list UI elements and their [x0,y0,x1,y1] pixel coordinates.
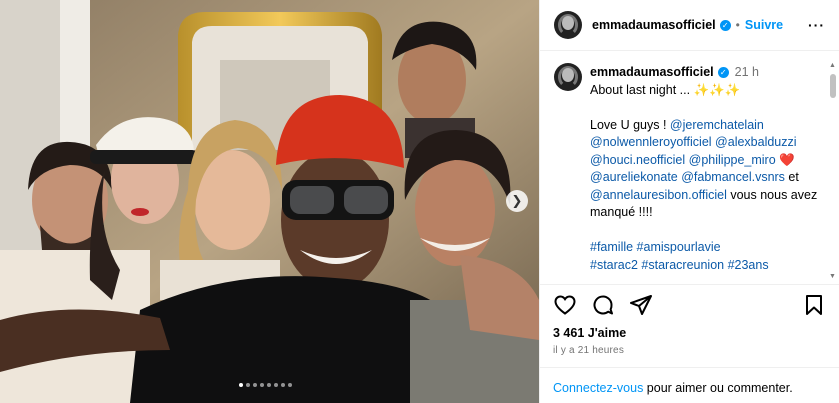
avatar[interactable] [554,11,582,39]
heart-emoji: ❤️ [779,152,795,167]
instagram-post: ❯ emmadaumasofficiel ✓ • Suivre ··· emma… [0,0,839,403]
mention-link[interactable]: @philippe_miro [689,153,776,167]
mention-link[interactable]: @annelauresibon.officiel [590,188,727,202]
more-options-icon[interactable]: ··· [808,17,825,33]
mention-link[interactable]: @nolwennleroyofficiel [590,135,712,149]
verified-badge-icon: ✓ [719,19,731,31]
verified-badge-icon: ✓ [717,67,729,79]
share-icon[interactable] [629,293,653,317]
header-username[interactable]: emmadaumasofficiel [592,18,716,32]
scroll-up-arrow-icon[interactable]: ▲ [829,62,836,69]
carousel-dot [281,383,285,387]
carousel-dot [274,383,278,387]
carousel-dot [239,383,243,387]
caption-username[interactable]: emmadaumasofficiel [590,65,714,79]
scroll-down-arrow-icon[interactable]: ▼ [829,273,836,280]
likes-count[interactable]: 3 461 J'aime [553,326,626,340]
hashtags-line1[interactable]: #famille #amispourlavie [590,240,721,254]
next-slide-button[interactable]: ❯ [506,190,528,212]
post-header: emmadaumasofficiel ✓ • Suivre ··· [540,0,839,51]
caption-line1: About last night ... ✨✨✨ [590,82,741,97]
post-photo[interactable]: ❯ [0,0,539,403]
post-actions: 3 461 J'aime il y a 21 heures [540,284,839,356]
heart-icon[interactable] [553,293,577,317]
carousel-dot [246,383,250,387]
carousel-dot [260,383,264,387]
mention-link[interactable]: @alexbalduzzi [715,135,796,149]
mention-link[interactable]: @jeremchatelain [670,118,764,132]
group-selfie-image [0,0,539,403]
login-link[interactable]: Connectez-vous [553,381,643,395]
caption-et: et [784,170,799,184]
carousel-dot [267,383,271,387]
scroll-thumb[interactable] [830,74,836,98]
mention-link[interactable]: @fabmancel.vsnrs [681,170,785,184]
comment-icon[interactable] [591,293,615,317]
follow-button[interactable]: Suivre [745,18,783,32]
caption-text: emmadaumasofficiel ✓ 21 h About last night… [590,64,828,274]
login-prompt: Connectez-vous pour aimer ou commenter. [540,367,839,395]
mention-link[interactable]: @aureliekonate [590,170,678,184]
hashtags-line2[interactable]: #starac2 #staracreunion #23ans [590,258,769,272]
caption-scrollbar[interactable]: ▲ ▼ [829,62,837,280]
chevron-right-icon: ❯ [511,193,523,208]
mention-link[interactable]: @houci.neofficiel [590,153,685,167]
bookmark-icon[interactable] [802,293,826,317]
post-side-panel: emmadaumasofficiel ✓ • Suivre ··· emmada… [539,0,839,403]
caption-time[interactable]: 21 h [735,65,759,79]
caption-area: emmadaumasofficiel ✓ 21 h About last night… [540,51,830,281]
header-separator: • [735,18,740,32]
carousel-dot [253,383,257,387]
action-icons [540,285,839,325]
carousel-dots [239,383,292,387]
caption-love-prefix: Love U guys ! [590,117,670,132]
posted-ago[interactable]: il y a 21 heures [553,345,624,356]
caption-avatar[interactable] [554,63,582,91]
login-text: pour aimer ou commenter. [643,381,793,395]
carousel-dot [288,383,292,387]
